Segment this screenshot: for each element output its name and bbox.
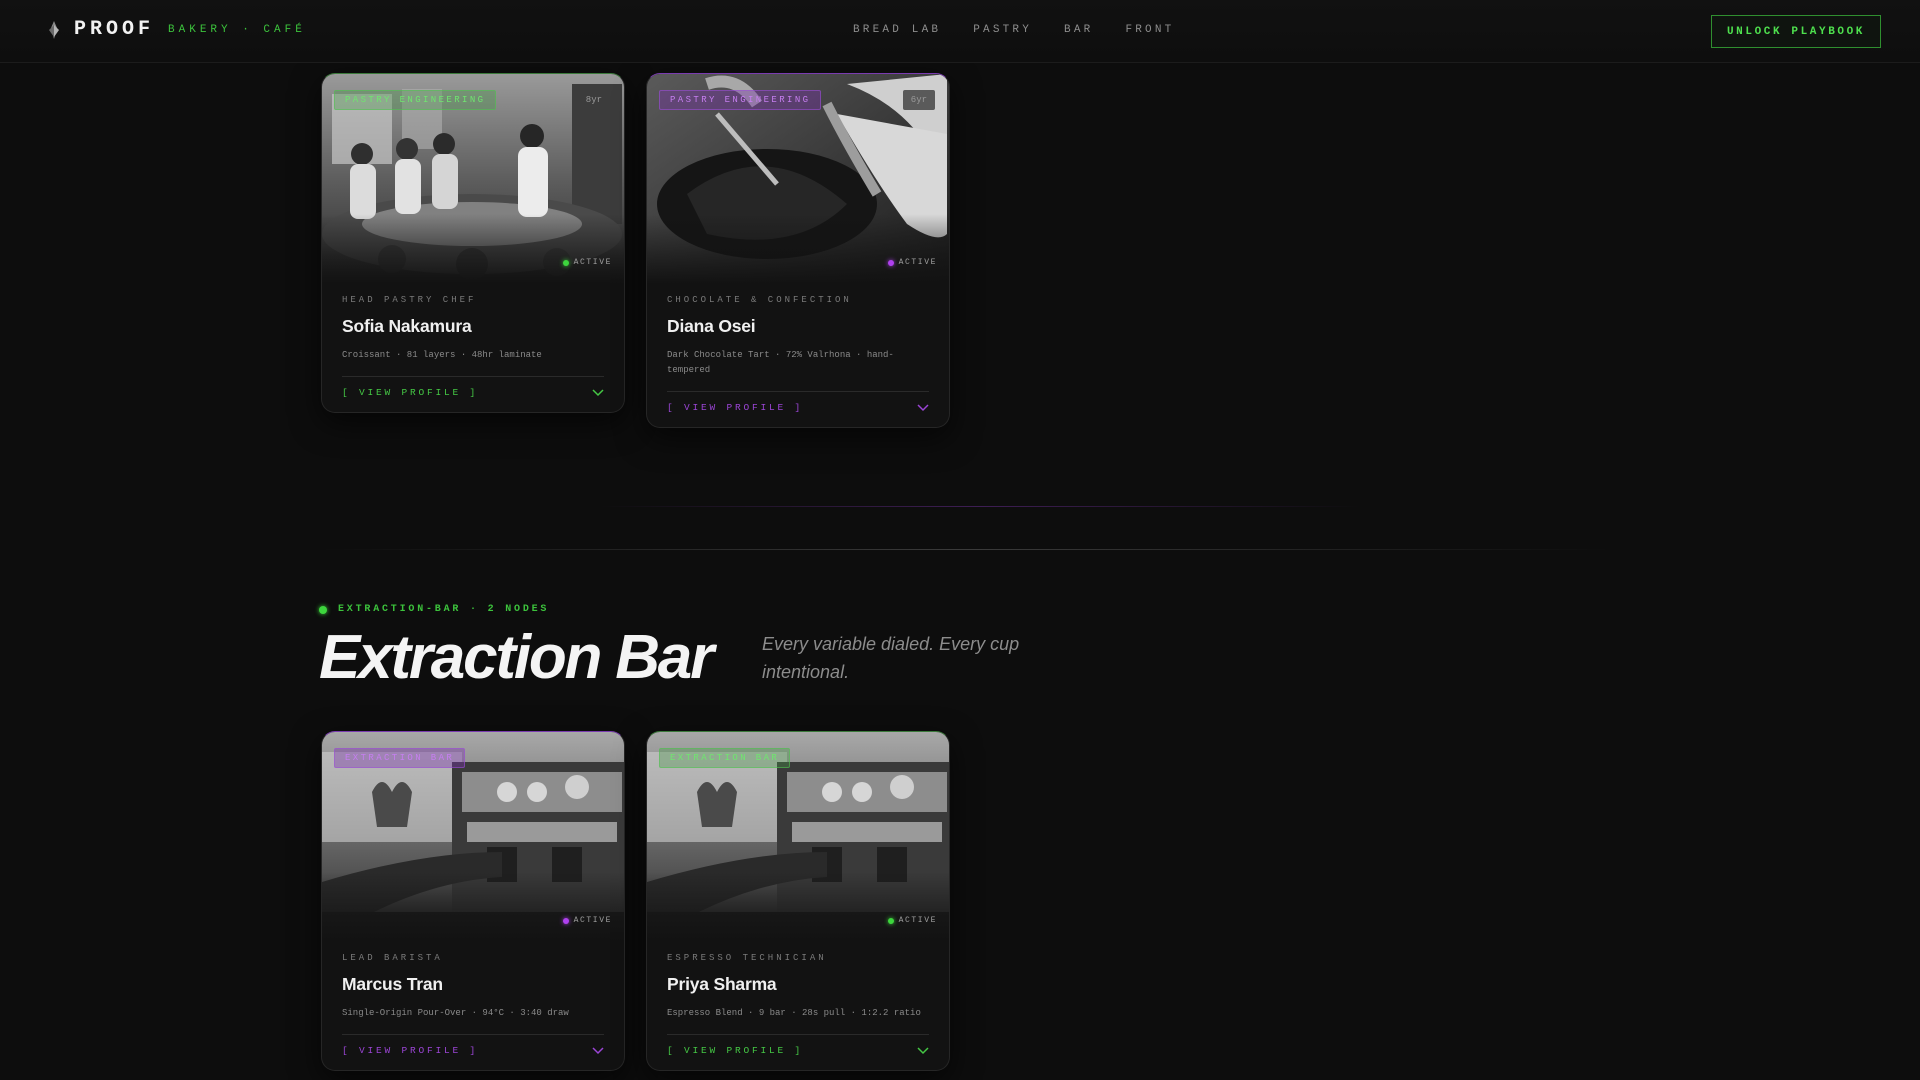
staff-card-sofia-nakamura[interactable]: PASTRY ENGINEERING 8yr ACTIVE HEAD PASTR… <box>321 73 625 413</box>
brand[interactable]: PROOF BAKERY · CAFÉ <box>44 18 306 41</box>
staff-card-marcus-tran[interactable]: EXTRACTION BAR ACTIVE LEAD BARISTA Marcu… <box>321 731 625 1071</box>
staff-photo: PASTRY ENGINEERING 6yr ACTIVE <box>647 74 949 284</box>
staff-role: ESPRESSO TECHNICIAN <box>667 953 827 963</box>
status-indicator: ACTIVE <box>887 916 937 925</box>
staff-specialty: Single-Origin Pour-Over · 94°C · 3:40 dr… <box>342 1008 569 1018</box>
chevron-down-icon[interactable] <box>917 403 929 412</box>
staff-photo: PASTRY ENGINEERING 8yr ACTIVE <box>322 74 624 284</box>
unlock-playbook-button[interactable]: UNLOCK PLAYBOOK <box>1711 15 1881 48</box>
section-divider <box>600 506 1360 507</box>
chevron-down-icon[interactable] <box>592 388 604 397</box>
department-tag: PASTRY ENGINEERING <box>659 90 822 110</box>
view-profile-link[interactable]: [ VIEW PROFILE ] <box>342 1045 478 1056</box>
staff-role: HEAD PASTRY CHEF <box>342 295 477 305</box>
staff-photo: EXTRACTION BAR ACTIVE <box>647 732 949 942</box>
staff-name: Priya Sharma <box>667 974 777 994</box>
wheat-logo-icon <box>49 20 59 39</box>
section-title: Extraction Bar <box>319 623 714 692</box>
status-text: ACTIVE <box>573 916 612 925</box>
nav-link-bread-lab[interactable]: BREAD LAB <box>853 24 941 36</box>
status-dot-icon <box>319 605 327 614</box>
nav-link-front[interactable]: FRONT <box>1125 24 1174 36</box>
section-label-text: EXTRACTION-BAR · 2 NODES <box>338 604 550 615</box>
brand-name: PROOF <box>74 18 155 41</box>
section-label: EXTRACTION-BAR · 2 NODES <box>319 604 549 615</box>
section-divider <box>320 549 1610 550</box>
status-dot-icon <box>562 259 569 266</box>
status-text: ACTIVE <box>573 258 612 267</box>
status-text: ACTIVE <box>898 258 937 267</box>
tenure-badge: 6yr <box>902 90 935 110</box>
status-indicator: ACTIVE <box>887 258 937 267</box>
department-tag: PASTRY ENGINEERING <box>334 90 497 110</box>
staff-photo: EXTRACTION BAR ACTIVE <box>322 732 624 942</box>
tenure-badge: 8yr <box>577 90 610 110</box>
staff-card-priya-sharma[interactable]: EXTRACTION BAR ACTIVE ESPRESSO TECHNICIA… <box>646 731 950 1071</box>
view-profile-link[interactable]: [ VIEW PROFILE ] <box>667 402 803 413</box>
main-nav: BREAD LAB PASTRY BAR FRONT <box>853 24 1206 36</box>
staff-specialty: Espresso Blend · 9 bar · 28s pull · 1:2.… <box>667 1008 921 1018</box>
status-dot-icon <box>887 259 894 266</box>
status-indicator: ACTIVE <box>562 258 612 267</box>
staff-name: Marcus Tran <box>342 974 443 994</box>
nav-link-bar[interactable]: BAR <box>1064 24 1093 36</box>
chevron-down-icon[interactable] <box>592 1046 604 1055</box>
department-tag: EXTRACTION BAR <box>334 748 466 768</box>
status-text: ACTIVE <box>898 916 937 925</box>
staff-specialty: Dark Chocolate Tart · 72% Valrhona · han… <box>667 350 894 375</box>
status-dot-icon <box>887 917 894 924</box>
chevron-down-icon[interactable] <box>917 1046 929 1055</box>
brand-tagline: BAKERY · CAFÉ <box>168 23 306 36</box>
status-dot-icon <box>562 917 569 924</box>
status-indicator: ACTIVE <box>562 916 612 925</box>
staff-name: Diana Osei <box>667 316 756 336</box>
nav-link-pastry[interactable]: PASTRY <box>973 24 1032 36</box>
view-profile-link[interactable]: [ VIEW PROFILE ] <box>342 387 478 398</box>
staff-card-diana-osei[interactable]: PASTRY ENGINEERING 6yr ACTIVE CHOCOLATE … <box>646 73 950 428</box>
staff-name: Sofia Nakamura <box>342 316 472 336</box>
department-tag: EXTRACTION BAR <box>659 748 791 768</box>
staff-role: LEAD BARISTA <box>342 953 443 963</box>
staff-role: CHOCOLATE & CONFECTION <box>667 295 852 305</box>
view-profile-link[interactable]: [ VIEW PROFILE ] <box>667 1045 803 1056</box>
top-navigation-bar: PROOF BAKERY · CAFÉ BREAD LAB PASTRY BAR… <box>0 0 1920 63</box>
section-subtitle: Every variable dialed. Every cup intenti… <box>762 634 1020 682</box>
staff-specialty: Croissant · 81 layers · 48hr laminate <box>342 350 542 360</box>
